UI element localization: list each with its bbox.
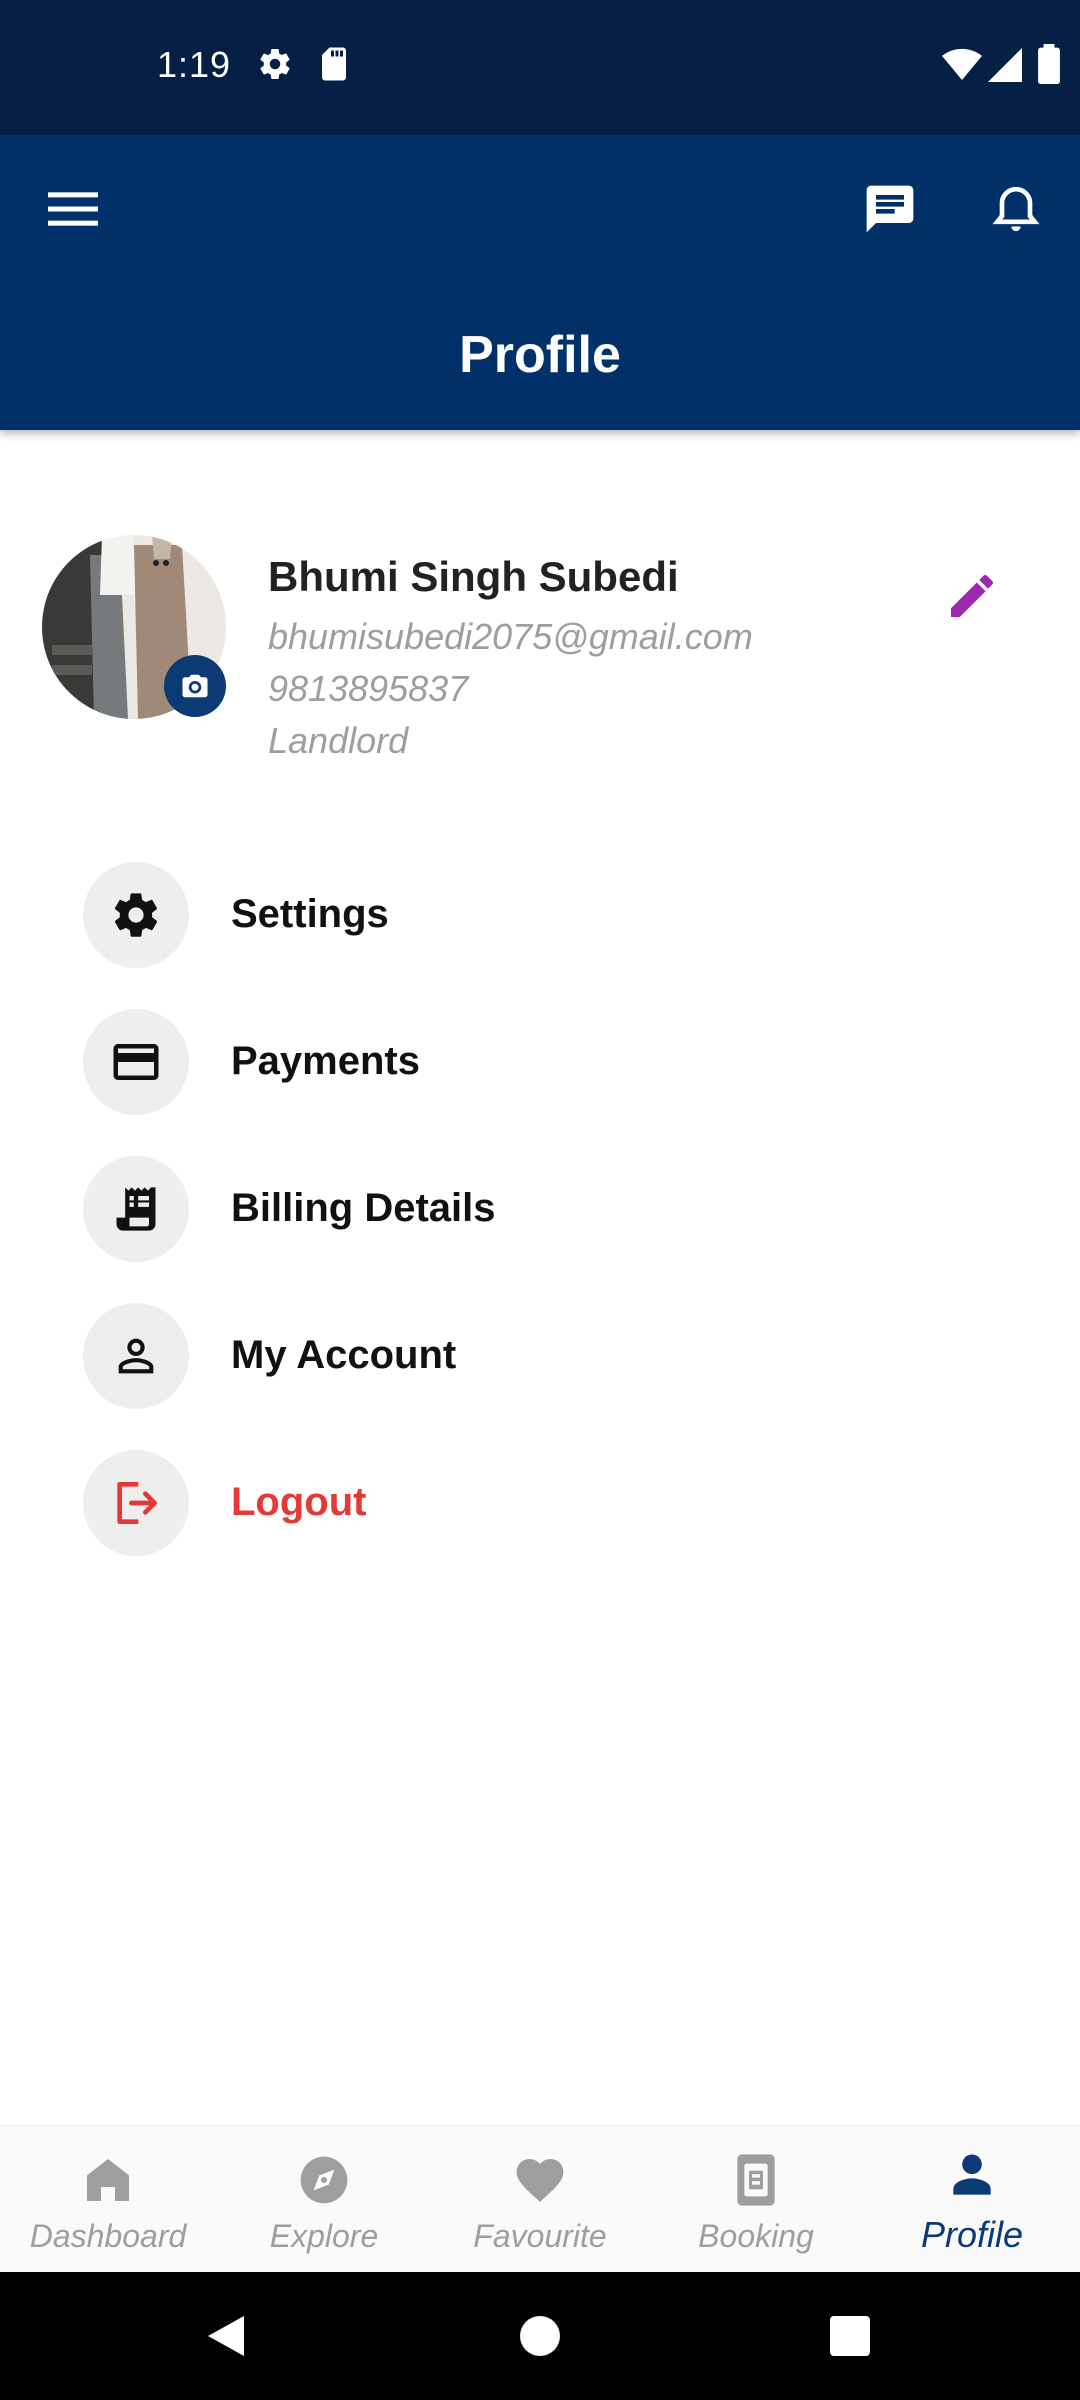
camera-icon[interactable]: [164, 655, 226, 717]
logout-icon: [83, 1450, 189, 1556]
menu-item-settings[interactable]: Settings: [83, 862, 1003, 968]
menu-item-payments[interactable]: Payments: [83, 1009, 1003, 1115]
menu-item-logout[interactable]: Logout: [83, 1450, 1003, 1556]
menu-label-payments: Payments: [231, 1039, 420, 1083]
profile-email: bhumisubedi2075@gmail.com: [268, 616, 753, 657]
heart-icon: [512, 2152, 568, 2213]
menu-label-settings: Settings: [231, 892, 389, 936]
bottom-nav: Dashboard Explore Favourite Booking Prof…: [0, 2125, 1080, 2273]
profile-phone: 9813895837: [268, 668, 469, 709]
sd-card-icon: [318, 46, 350, 87]
menu-label-my-account: My Account: [231, 1333, 457, 1377]
compass-icon: [296, 2152, 352, 2213]
system-nav-bar: [0, 2272, 1080, 2400]
signal-icon: [988, 48, 1022, 87]
bell-icon[interactable]: [988, 181, 1044, 242]
page-title: Profile: [459, 326, 621, 384]
nav-item-booking[interactable]: Booking: [648, 2126, 864, 2273]
nav-label-favourite: Favourite: [473, 2218, 607, 2254]
nav-label-profile: Profile: [920, 2214, 1024, 2255]
nav-item-explore[interactable]: Explore: [216, 2126, 432, 2273]
app-bar: Profile: [0, 135, 1080, 430]
menu-item-my-account[interactable]: My Account: [83, 1303, 1003, 1409]
nav-label-booking: Booking: [698, 2218, 814, 2254]
receipt-icon: [83, 1156, 189, 1262]
status-bar: 1:19: [0, 0, 1080, 135]
home-button-icon[interactable]: [520, 2316, 560, 2361]
gear-icon: [83, 862, 189, 968]
menu-icon[interactable]: [48, 189, 98, 234]
gear-icon: [257, 46, 293, 87]
status-time: 1:19: [157, 44, 232, 85]
recents-icon[interactable]: [830, 2316, 870, 2361]
person-icon: [944, 2148, 1000, 2209]
credit-card-icon: [83, 1009, 189, 1115]
nav-label-dashboard: Dashboard: [29, 2218, 187, 2254]
menu-label-billing-details: Billing Details: [231, 1186, 496, 1230]
profile-name: Bhumi Singh Subedi: [268, 553, 679, 600]
person-icon: [83, 1303, 189, 1409]
wifi-icon: [942, 48, 982, 87]
message-icon[interactable]: [862, 181, 918, 242]
booking-icon: [728, 2152, 784, 2213]
nav-item-profile[interactable]: Profile: [864, 2126, 1080, 2273]
profile-role: Landlord: [268, 720, 409, 761]
back-icon[interactable]: [204, 2312, 248, 2365]
menu-item-billing-details[interactable]: Billing Details: [83, 1156, 1003, 1262]
nav-item-dashboard[interactable]: Dashboard: [0, 2126, 216, 2273]
nav-label-explore: Explore: [269, 2218, 379, 2254]
nav-item-favourite[interactable]: Favourite: [432, 2126, 648, 2273]
edit-profile-button[interactable]: [944, 568, 1004, 628]
menu-label-logout: Logout: [231, 1480, 367, 1524]
home-icon: [80, 2152, 136, 2213]
battery-icon: [1038, 44, 1060, 89]
pencil-icon: [951, 574, 994, 617]
